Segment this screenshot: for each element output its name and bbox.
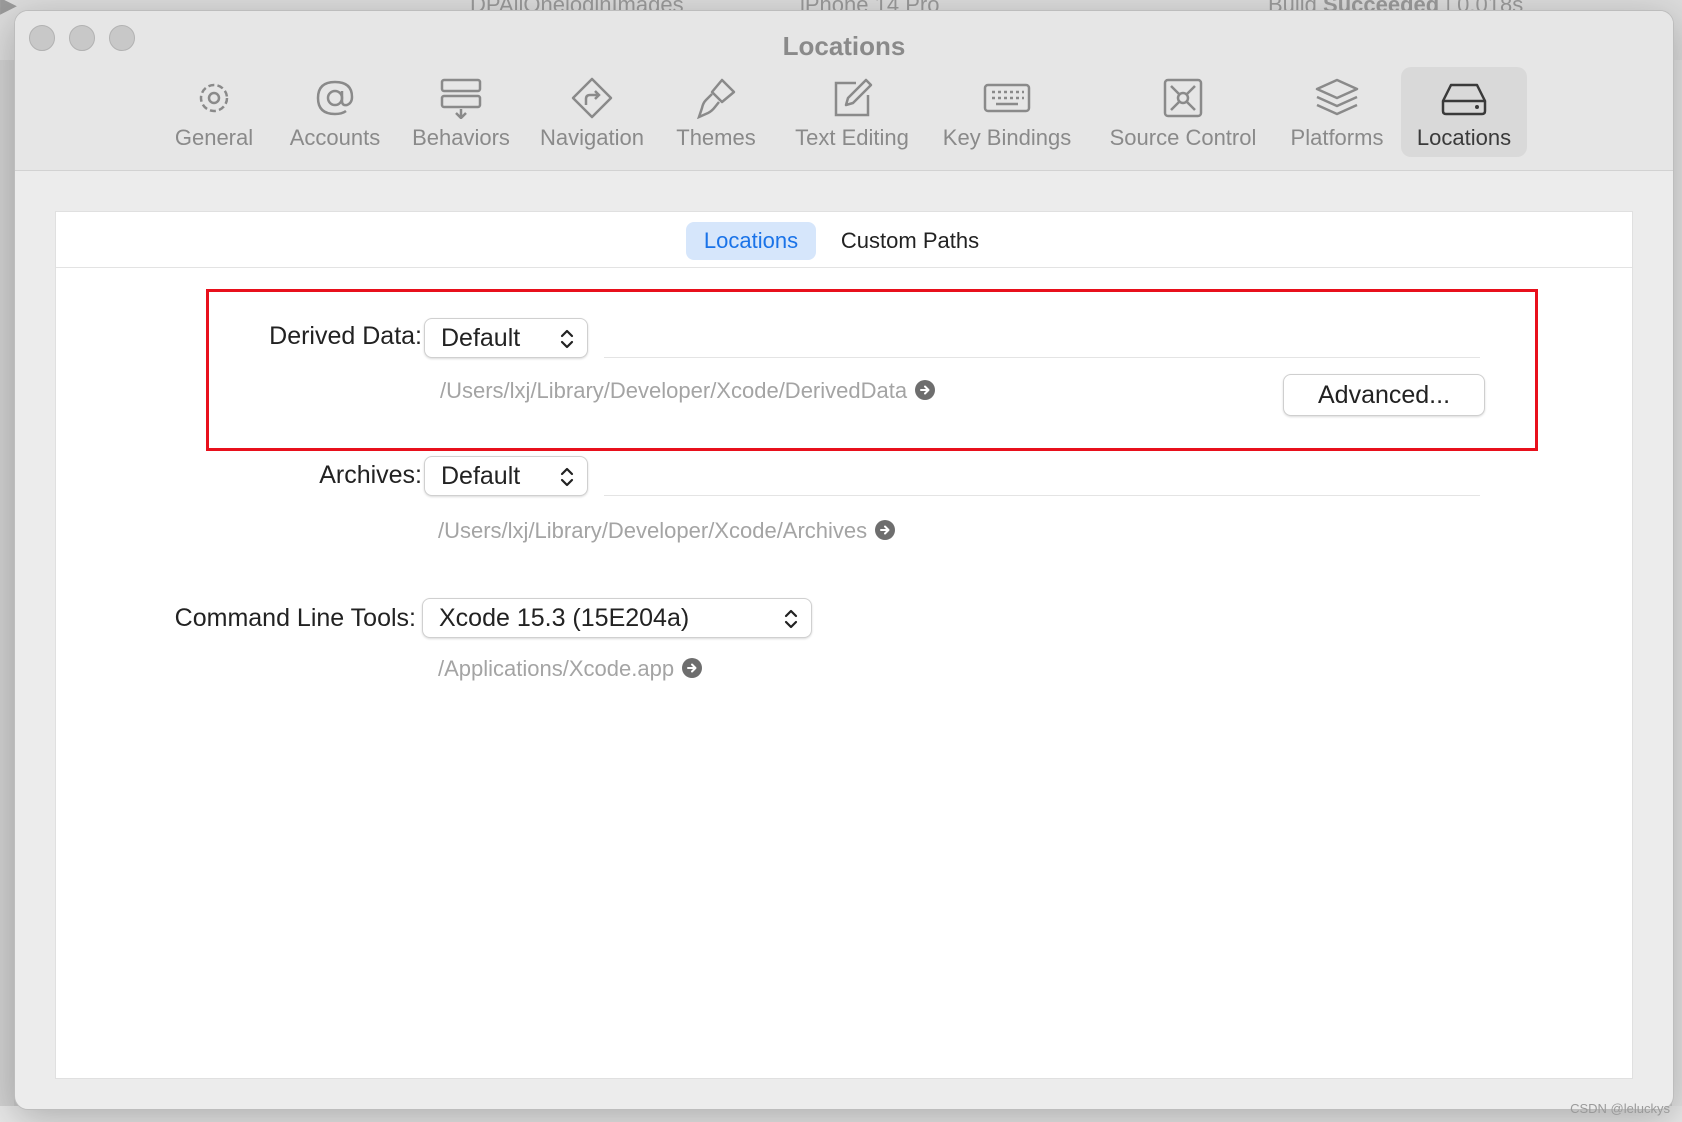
segmented-tabs: Locations Custom Paths bbox=[56, 212, 1632, 268]
archives-value: Default bbox=[441, 462, 521, 490]
command-line-tools-popup[interactable]: Xcode 15.3 (15E204a) bbox=[422, 598, 812, 638]
navigation-icon bbox=[571, 77, 613, 119]
annotation-highlight-box bbox=[206, 289, 1538, 451]
layers-icon bbox=[1315, 78, 1359, 116]
preferences-toolbar: General Accounts Behaviors Navigation Th… bbox=[15, 67, 1673, 167]
tab-custom-paths[interactable]: Custom Paths bbox=[828, 222, 992, 260]
gear-icon bbox=[199, 83, 229, 113]
toolbar-item-label: Source Control bbox=[1109, 125, 1257, 150]
command-line-tools-value: Xcode 15.3 (15E204a) bbox=[439, 604, 690, 632]
toolbar-item-general[interactable]: General bbox=[167, 67, 261, 157]
archives-path-field[interactable] bbox=[604, 454, 1480, 496]
toolbar-item-label: Locations bbox=[1416, 125, 1512, 150]
keyboard-icon bbox=[983, 83, 1031, 113]
toolbar-item-navigation[interactable]: Navigation bbox=[535, 67, 649, 157]
paintbrush-icon bbox=[697, 78, 736, 119]
toolbar-item-key-bindings[interactable]: Key Bindings bbox=[937, 67, 1077, 157]
toolbar-item-behaviors[interactable]: Behaviors bbox=[409, 67, 513, 157]
preferences-window: Locations General Accounts Behaviors Nav… bbox=[14, 10, 1674, 1110]
reveal-in-finder-arrow-icon[interactable] bbox=[875, 520, 896, 540]
toolbar-item-locations[interactable]: Locations bbox=[1401, 67, 1527, 157]
toolbar-item-platforms[interactable]: Platforms bbox=[1285, 67, 1389, 157]
archives-path-text: /Users/lxj/Library/Developer/Xcode/Archi… bbox=[438, 518, 868, 543]
toolbar-item-label: Themes bbox=[676, 125, 756, 150]
behaviors-icon bbox=[440, 78, 482, 119]
source-control-icon bbox=[1163, 78, 1203, 118]
toolbar-item-label: Navigation bbox=[540, 125, 644, 150]
archives-label: Archives: bbox=[319, 461, 422, 489]
toolbar-item-label: Text Editing bbox=[795, 125, 909, 150]
archives-path: /Users/lxj/Library/Developer/Xcode/Archi… bbox=[438, 518, 896, 544]
toolbar-item-label: Accounts bbox=[289, 125, 381, 150]
toolbar-item-text-editing[interactable]: Text Editing bbox=[789, 67, 915, 157]
edit-icon bbox=[834, 78, 873, 117]
toolbar-item-label: General bbox=[174, 125, 254, 150]
command-line-tools-label: Command Line Tools: bbox=[174, 604, 416, 632]
up-down-chevron-icon bbox=[784, 609, 798, 629]
up-down-chevron-icon bbox=[560, 467, 574, 487]
toolbar-item-source-control[interactable]: Source Control bbox=[1103, 67, 1263, 157]
window-title: Locations bbox=[782, 31, 906, 61]
toolbar-item-label: Platforms bbox=[1290, 125, 1384, 150]
command-line-tools-path: /Applications/Xcode.app bbox=[438, 656, 703, 682]
drive-icon bbox=[1441, 83, 1487, 116]
command-line-tools-path-text: /Applications/Xcode.app bbox=[438, 656, 675, 681]
toolbar-item-label: Behaviors bbox=[412, 125, 510, 150]
at-sign-icon bbox=[316, 80, 354, 116]
toolbar-item-themes[interactable]: Themes bbox=[671, 67, 761, 157]
watermark: CSDN @leluckys bbox=[1570, 1101, 1670, 1116]
background-left-panel bbox=[0, 60, 14, 1122]
reveal-in-finder-arrow-icon[interactable] bbox=[682, 658, 703, 678]
window-titlebar: Locations General Accounts Behaviors Nav… bbox=[15, 11, 1673, 171]
tab-locations[interactable]: Locations bbox=[686, 222, 816, 260]
toolbar-item-accounts[interactable]: Accounts bbox=[283, 67, 387, 157]
archives-popup[interactable]: Default bbox=[424, 456, 588, 496]
toolbar-item-label: Key Bindings bbox=[942, 125, 1072, 150]
